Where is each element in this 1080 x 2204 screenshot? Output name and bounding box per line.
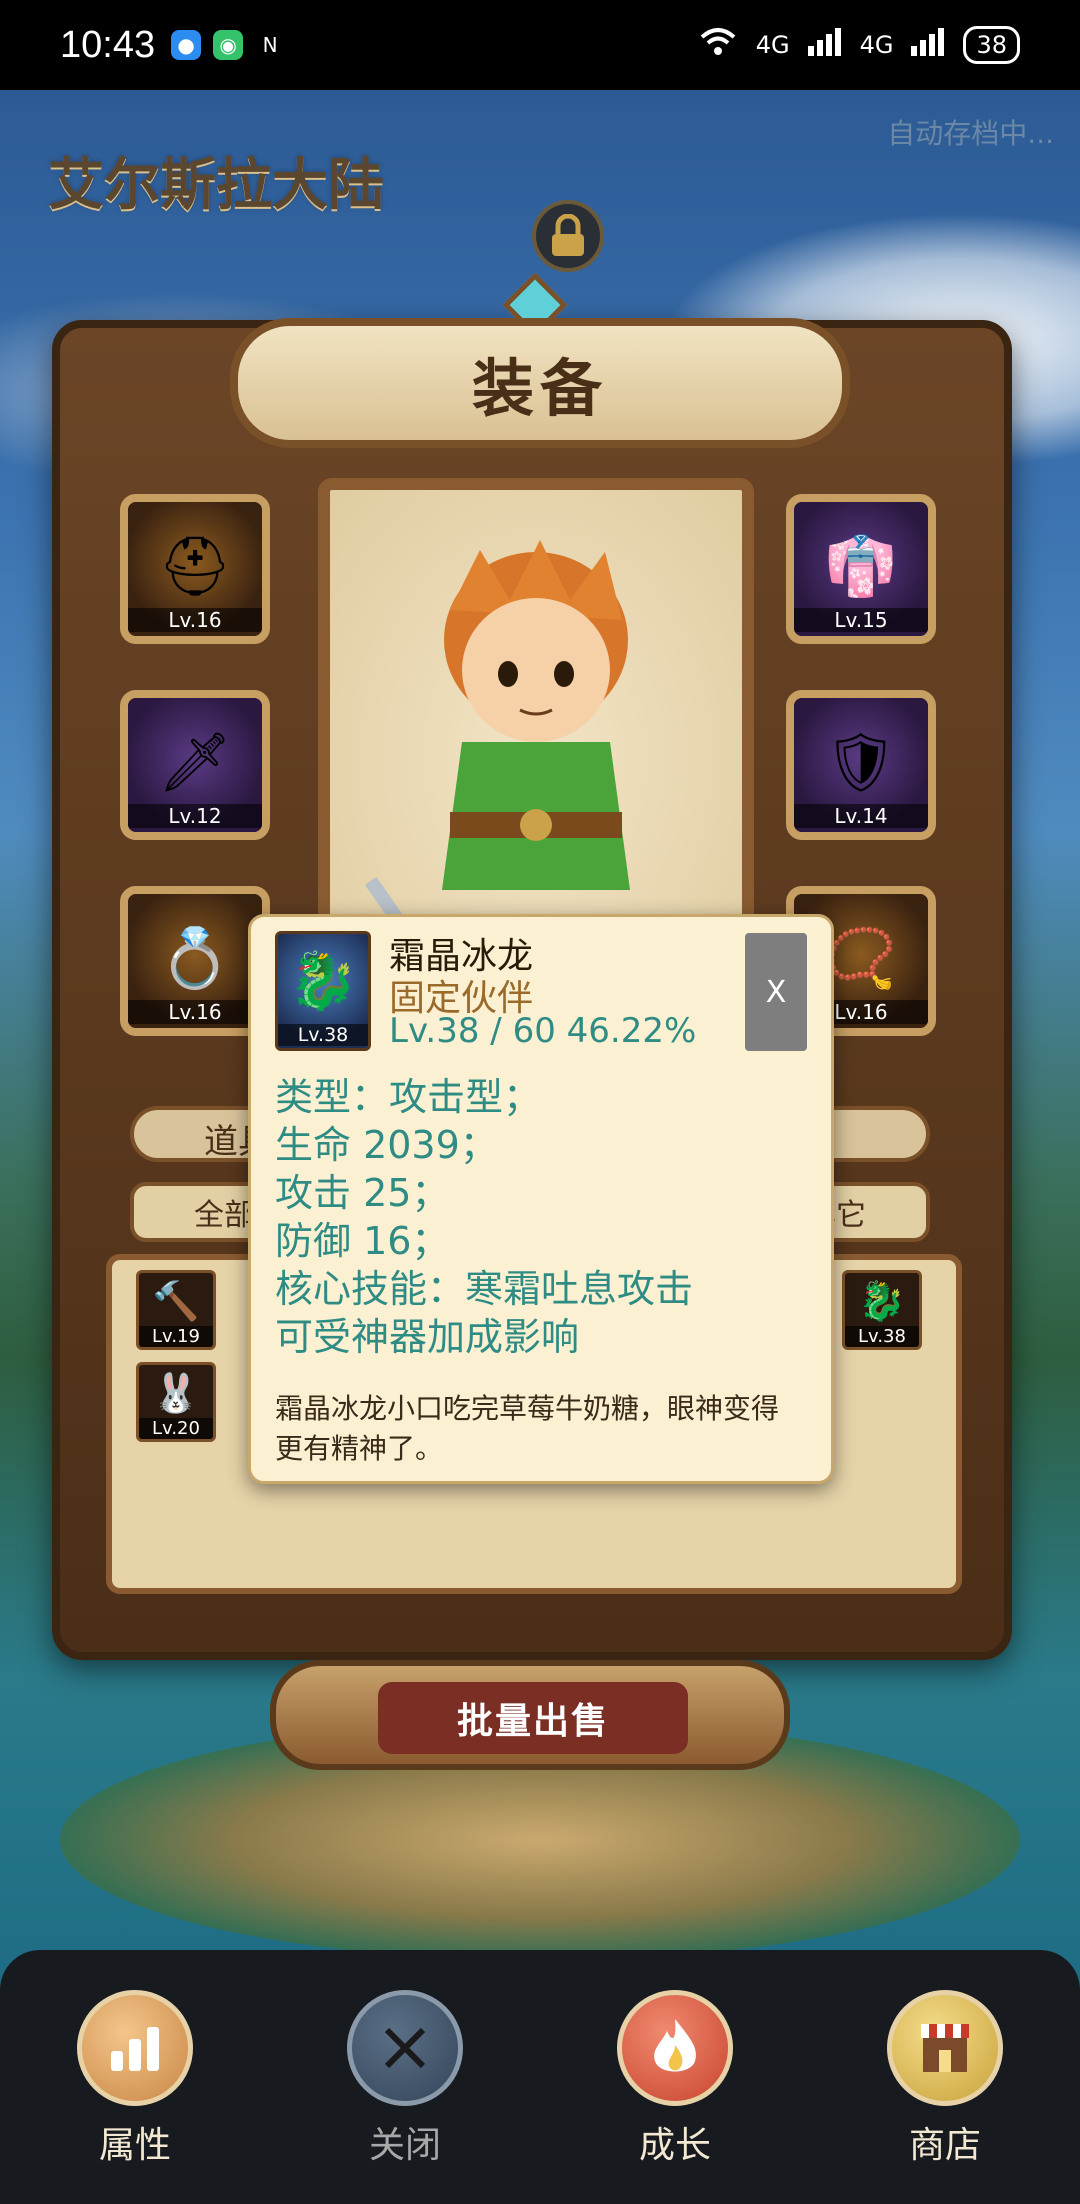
stat-type: 类型：攻击型；: [275, 1075, 542, 1119]
battery-indicator: 38: [963, 26, 1020, 64]
network-label-2: 4G: [859, 31, 894, 59]
nav-label: 商店: [908, 2125, 981, 2166]
slot-level: Lv.12: [128, 804, 262, 828]
slot-armor[interactable]: 👘 Lv.15: [786, 494, 936, 644]
dragon-icon: 🐉: [858, 1279, 906, 1323]
dragon-icon: 🐉: [288, 949, 358, 1014]
shop-icon: [887, 1990, 1003, 2106]
lock-icon[interactable]: [532, 200, 604, 272]
bar-chart-icon: [77, 1990, 193, 2106]
status-right: 4G 4G 38: [698, 26, 1020, 64]
stat-attack: 攻击 25；: [275, 1171, 450, 1215]
inventory-item[interactable]: 🔨 Lv.19: [136, 1270, 216, 1350]
slot-level: Lv.14: [794, 804, 928, 828]
clock: 10:43: [60, 23, 156, 66]
nav-attributes[interactable]: 属性: [35, 1950, 235, 2168]
nav-label: 属性: [98, 2125, 171, 2166]
close-button[interactable]: X: [745, 933, 807, 1051]
flame-icon: [617, 1990, 733, 2106]
wifi-icon: [698, 27, 738, 63]
world-title: 艾尔斯拉大陆: [48, 153, 384, 218]
dagger-icon: 🗡: [158, 728, 232, 796]
portrait-level: Lv.38: [278, 1024, 368, 1046]
signal-icon-2: [911, 28, 945, 62]
stat-skill: 核心技能：寒霜吐息攻击: [275, 1267, 694, 1311]
nav-shop[interactable]: 商店: [845, 1950, 1045, 2168]
stat-hp: 生命 2039；: [275, 1123, 498, 1167]
panel-title: 装备: [471, 352, 608, 425]
inventory-item[interactable]: 🐉 Lv.38: [842, 1270, 922, 1350]
slot-level: Lv.16: [128, 1000, 262, 1024]
rabbit-icon: 🐰: [152, 1371, 200, 1415]
companion-portrait: 🐉 Lv.38: [275, 931, 371, 1051]
app-icon: ◉: [213, 30, 244, 60]
stat-artifact-bonus: 可受神器加成影响: [275, 1315, 580, 1359]
companion-description: 霜晶冰龙小口吃完草莓牛奶糖，眼神变得更有精神了。: [275, 1392, 780, 1465]
autosave-status: 自动存档中...: [887, 117, 1054, 150]
nav-label: 成长: [638, 2125, 711, 2166]
armor-icon: 👘: [824, 532, 898, 600]
nav-close[interactable]: 关闭: [305, 1950, 505, 2168]
ring-icon: 💍: [158, 924, 232, 992]
nav-label: 关闭: [368, 2125, 441, 2166]
batch-sell-button[interactable]: 批量出售: [378, 1682, 688, 1754]
signal-icon: [807, 28, 842, 62]
nav-growth[interactable]: 成长: [575, 1950, 775, 2168]
nfc-icon: N: [262, 33, 278, 57]
shield-icon: 🛡: [824, 728, 898, 796]
mace-icon: 🔨: [152, 1279, 200, 1323]
slot-helmet[interactable]: ⛑ Lv.16: [120, 494, 270, 644]
companion-stats: 类型：攻击型； 生命 2039； 攻击 25； 防御 16； 核心技能：寒霜吐息…: [275, 1073, 693, 1361]
companion-level-progress: Lv.38 / 60 46.22%: [389, 1011, 697, 1051]
slot-level: Lv.16: [128, 608, 262, 632]
slot-dagger[interactable]: 🗡 Lv.12: [120, 690, 270, 840]
panel-title-plaque: 装备: [230, 318, 850, 448]
slot-shield[interactable]: 🛡 Lv.14: [786, 690, 936, 840]
bottom-nav: 属性 关闭 成长 商店: [0, 1950, 1080, 2204]
helmet-icon: ⛑: [158, 532, 232, 600]
inventory-item[interactable]: 🐰 Lv.20: [136, 1362, 216, 1442]
stat-defense: 防御 16；: [275, 1219, 450, 1263]
crossed-swords-icon: [347, 1990, 463, 2106]
notification-icons: ● ◉ N: [171, 30, 285, 60]
slot-level: Lv.15: [794, 608, 928, 632]
network-label: 4G: [755, 31, 790, 59]
message-icon: ●: [171, 30, 202, 60]
status-bar: 10:43 ● ◉ N 4G 4G 38: [0, 0, 1080, 90]
companion-detail-popup: 🐉 Lv.38 霜晶冰龙 固定伙伴 Lv.38 / 60 46.22% X 类型…: [248, 914, 834, 1484]
